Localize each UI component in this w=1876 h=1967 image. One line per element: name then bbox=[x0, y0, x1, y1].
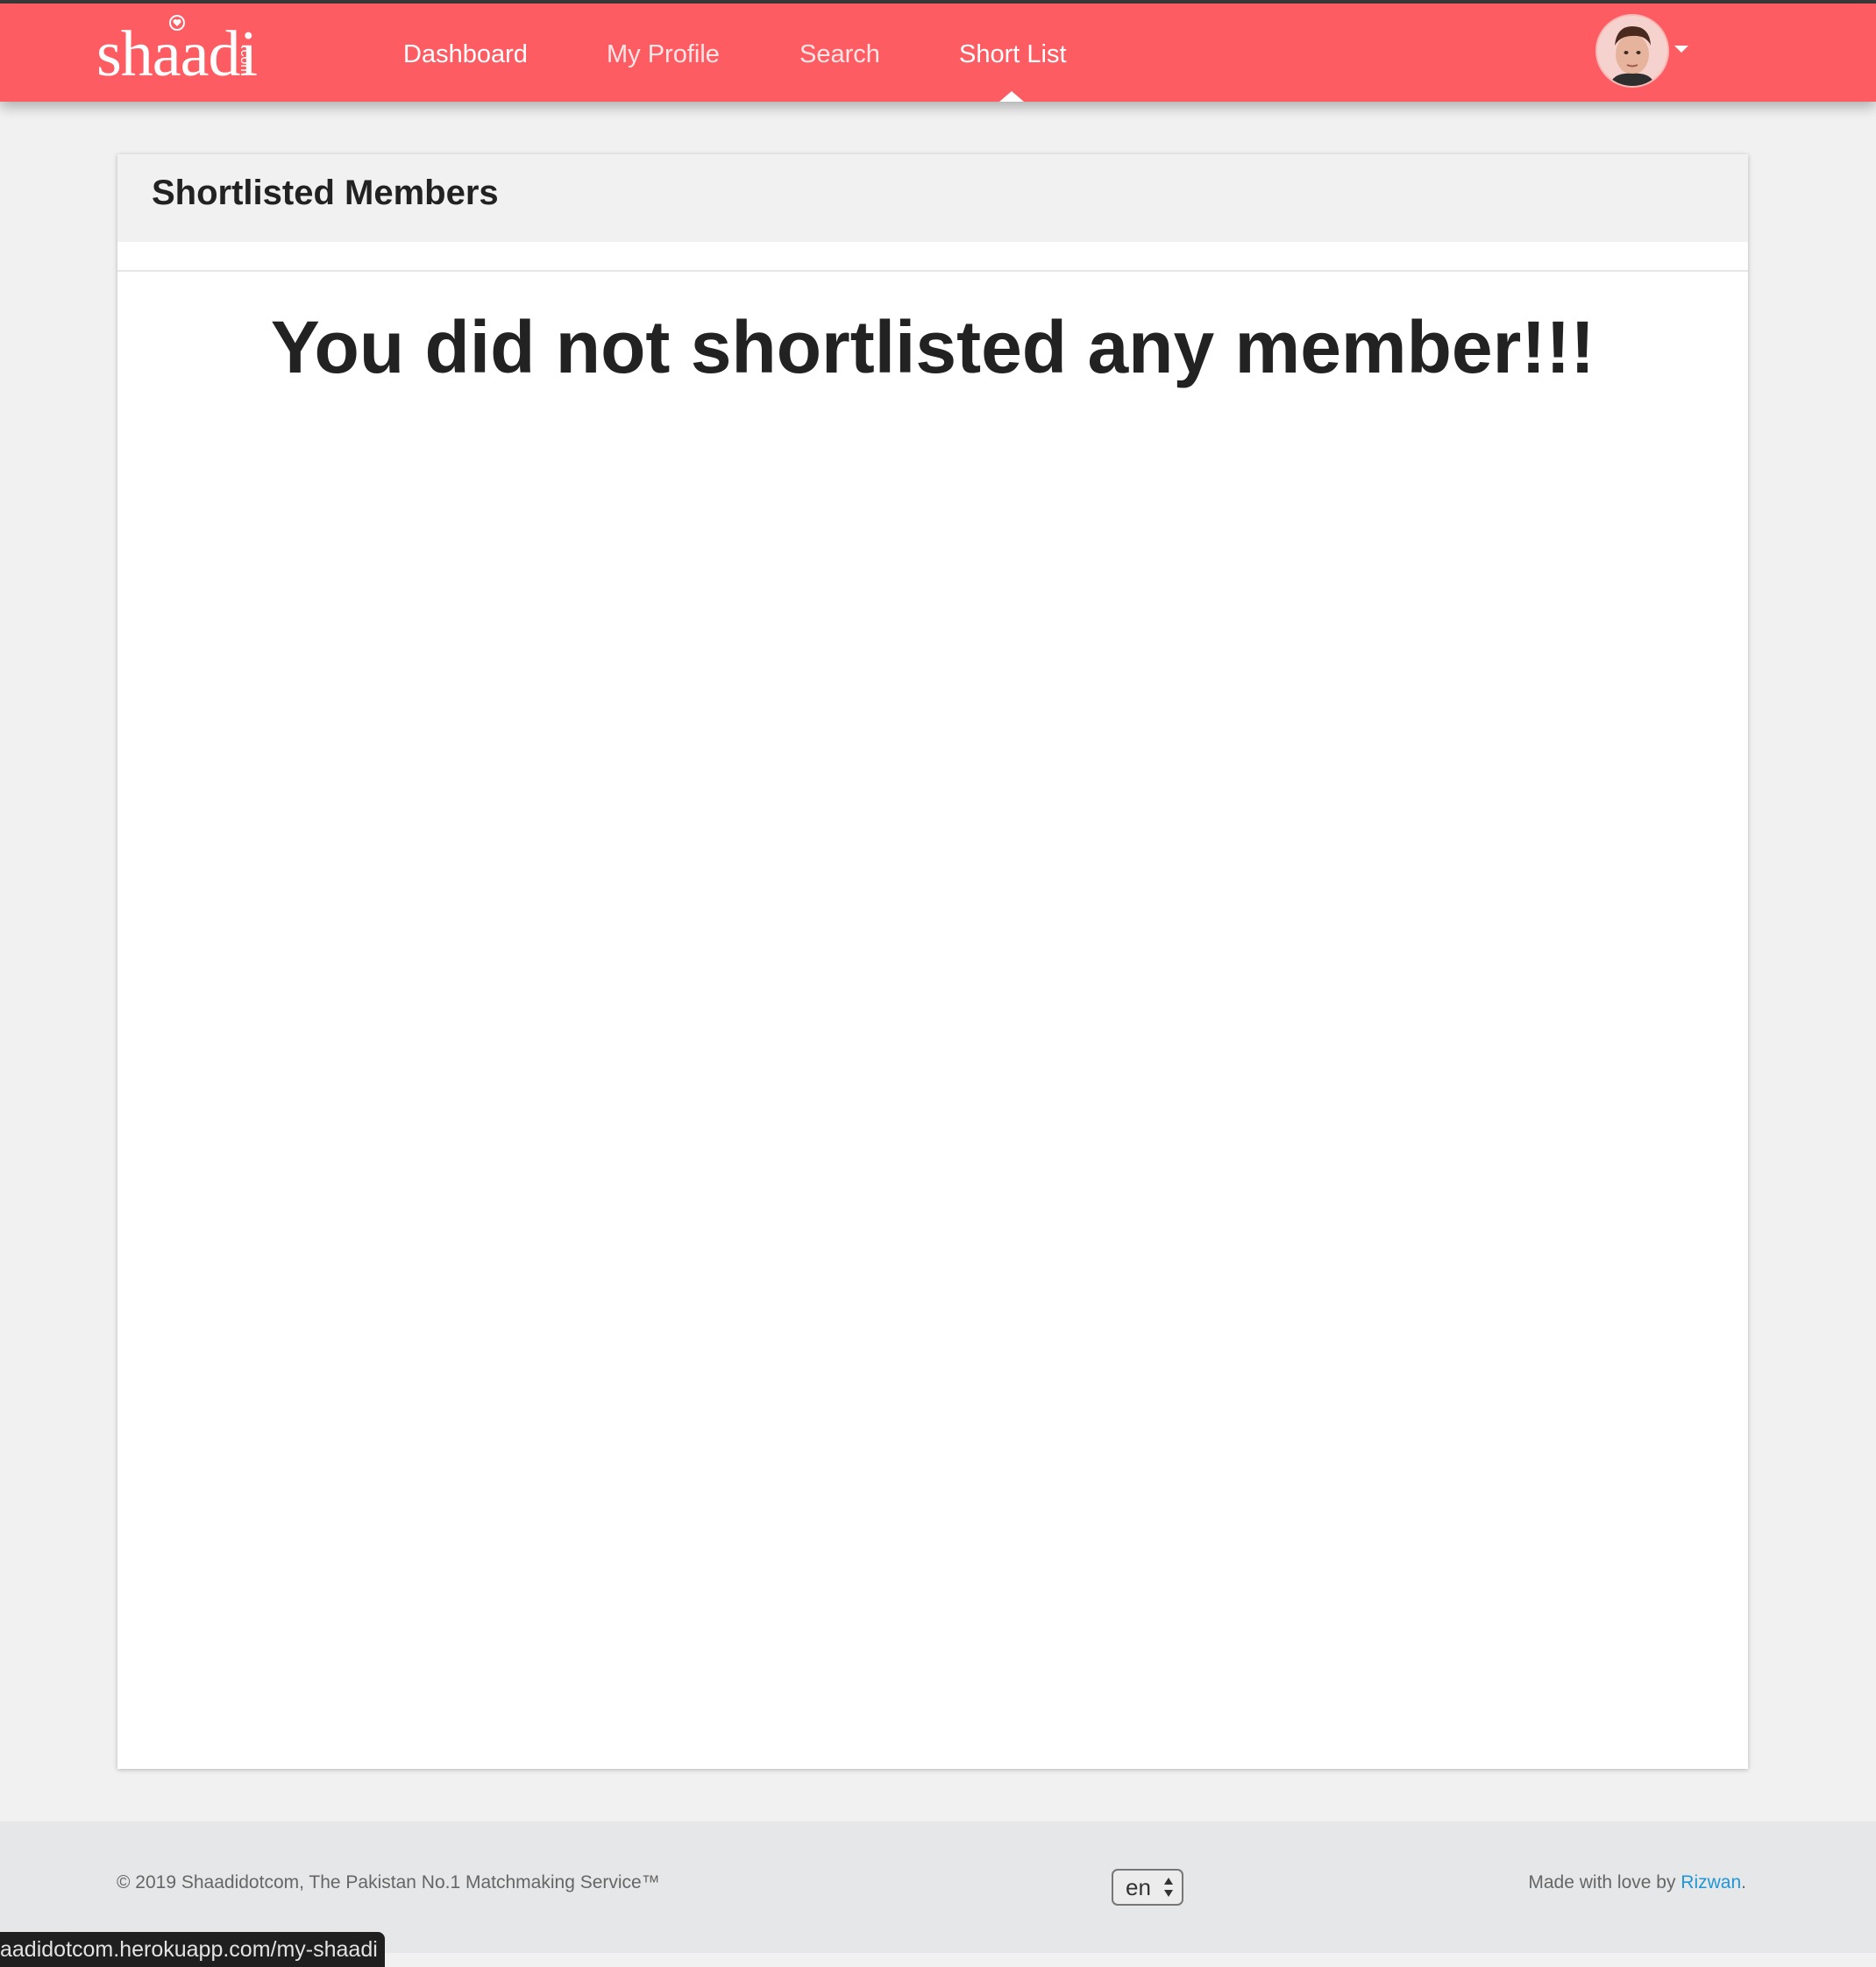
nav-my-profile[interactable]: My Profile bbox=[607, 39, 720, 70]
nav-short-list[interactable]: Short List bbox=[959, 39, 1067, 70]
footer-credit: Made with love by Rizwan. bbox=[1528, 1872, 1746, 1893]
footer-copyright: © 2019 Shaadidotcom, The Pakistan No.1 M… bbox=[117, 1872, 660, 1892]
user-menu-caret-icon[interactable] bbox=[1674, 46, 1688, 53]
user-avatar[interactable] bbox=[1595, 14, 1669, 88]
credit-prefix: Made with love by bbox=[1528, 1872, 1681, 1892]
active-nav-indicator bbox=[999, 91, 1024, 102]
card-title: Shortlisted Members bbox=[152, 174, 499, 212]
top-navbar: shaadi .com Dashboard My Profile Search … bbox=[0, 4, 1876, 102]
credit-suffix: . bbox=[1741, 1872, 1746, 1892]
logo-suffix: .com bbox=[238, 46, 252, 76]
language-select-value: en bbox=[1126, 1874, 1151, 1900]
credit-author-link[interactable]: Rizwan bbox=[1681, 1872, 1741, 1892]
card-divider bbox=[117, 270, 1748, 272]
shaadi-logo[interactable]: shaadi .com bbox=[96, 15, 272, 89]
nav-dashboard[interactable]: Dashboard bbox=[403, 39, 528, 70]
nav-search[interactable]: Search bbox=[799, 39, 880, 70]
shortlist-card: Shortlisted Members You did not shortlis… bbox=[117, 154, 1748, 1769]
browser-status-url: aadidotcom.herokuapp.com/my-shaadi bbox=[0, 1932, 385, 1967]
language-select[interactable]: en bbox=[1112, 1869, 1183, 1906]
user-avatar-icon bbox=[1597, 16, 1667, 86]
card-header: Shortlisted Members bbox=[117, 154, 1748, 242]
empty-state-message: You did not shortlisted any member!!! bbox=[270, 306, 1595, 388]
heart-icon bbox=[169, 15, 185, 31]
select-arrows-icon bbox=[1164, 1878, 1173, 1897]
